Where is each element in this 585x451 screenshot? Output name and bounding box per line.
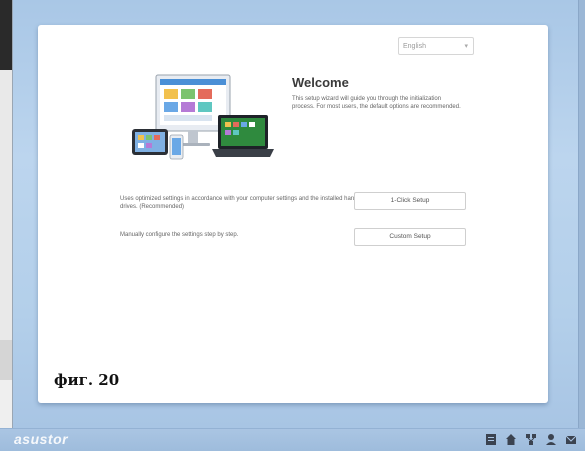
welcome-description: This setup wizard will guide you through… <box>292 96 461 110</box>
mail-icon[interactable] <box>565 433 577 446</box>
window-scrollbar[interactable] <box>578 0 585 450</box>
language-select-value: English <box>403 43 426 50</box>
one-click-setup-button[interactable]: 1-Click Setup <box>354 192 466 210</box>
taskbar: asustor <box>0 428 585 451</box>
figure-caption: фиг. 20 <box>54 371 120 389</box>
home-icon[interactable] <box>505 433 517 446</box>
user-icon[interactable] <box>545 433 557 446</box>
custom-setup-button[interactable]: Custom Setup <box>354 228 466 246</box>
network-icon[interactable] <box>525 433 537 446</box>
welcome-title: Welcome <box>292 75 349 90</box>
custom-setup-description: Manually configure the settings step by … <box>120 232 239 238</box>
background-window-edge <box>0 0 13 450</box>
language-select[interactable]: English ▾ <box>398 37 474 55</box>
one-click-setup-description: Uses optimized settings in accordance wi… <box>120 196 357 210</box>
setup-wizard-panel: English ▾ Welcome This setup wizard will… <box>38 25 548 403</box>
tray-icons <box>485 433 577 446</box>
brand-logo: asustor <box>14 431 69 447</box>
devices-illustration <box>132 74 274 160</box>
file-icon[interactable] <box>485 433 497 446</box>
chevron-down-icon: ▾ <box>464 43 468 50</box>
